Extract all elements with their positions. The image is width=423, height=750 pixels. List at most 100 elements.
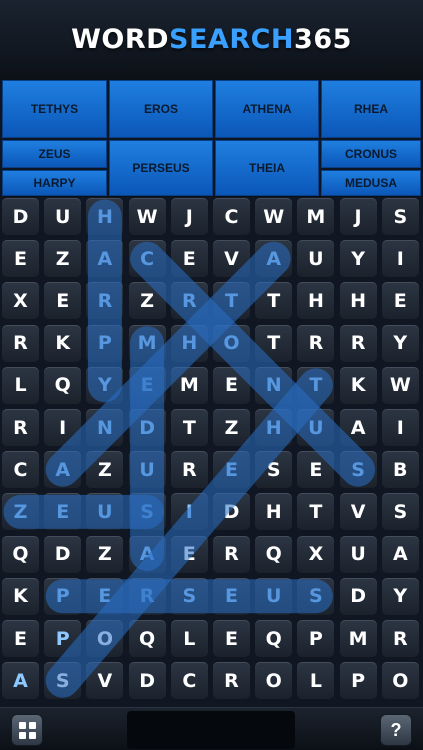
grid-cell[interactable]: W <box>381 366 419 404</box>
grid-cell[interactable]: C <box>213 198 250 235</box>
grid-cell[interactable]: E <box>2 240 39 278</box>
word-athena[interactable]: ATHENA <box>215 80 319 138</box>
grid-cell[interactable]: V <box>86 662 124 700</box>
grid-cell[interactable]: V <box>213 240 250 278</box>
grid-cell[interactable]: S <box>297 577 335 615</box>
grid-cell[interactable]: S <box>255 451 293 489</box>
grid-cell[interactable]: C <box>2 451 39 489</box>
grid-cell[interactable]: J <box>170 198 208 235</box>
grid-cell[interactable]: Z <box>44 240 82 278</box>
menu-button[interactable] <box>11 714 43 746</box>
grid-cell[interactable]: T <box>255 282 293 320</box>
grid-cell[interactable]: E <box>170 240 208 278</box>
grid-cell[interactable]: Z <box>86 451 124 489</box>
grid-cell[interactable]: R <box>213 662 250 700</box>
grid-cell[interactable]: P <box>297 620 335 657</box>
grid-cell[interactable]: A <box>86 240 124 278</box>
grid-cell[interactable]: H <box>170 324 208 362</box>
grid-cell[interactable]: P <box>86 324 124 362</box>
grid-cell[interactable]: P <box>44 577 82 615</box>
grid-cell[interactable]: M <box>128 324 166 362</box>
grid-cell[interactable]: S <box>44 662 82 700</box>
grid-cell[interactable]: H <box>255 493 293 531</box>
grid-cell[interactable]: N <box>255 366 293 404</box>
grid-cell[interactable]: Z <box>128 282 166 320</box>
word-cronus[interactable]: CRONUS <box>321 140 421 168</box>
grid-cell[interactable]: X <box>2 282 39 320</box>
grid-cell[interactable]: R <box>170 282 208 320</box>
grid-cell[interactable]: R <box>2 409 39 446</box>
grid-cell[interactable]: Q <box>128 620 166 657</box>
grid-cell[interactable]: E <box>213 451 250 489</box>
grid-cell[interactable]: Z <box>213 409 250 446</box>
grid-cell[interactable]: M <box>170 366 208 404</box>
grid-cell[interactable]: I <box>170 493 208 531</box>
grid-cell[interactable]: K <box>339 366 377 404</box>
grid-cell[interactable]: U <box>44 198 82 235</box>
grid-cell[interactable]: N <box>86 409 124 446</box>
grid-cell[interactable]: H <box>297 282 335 320</box>
grid-cell[interactable]: U <box>128 451 166 489</box>
word-harpy[interactable]: HARPY <box>2 170 107 196</box>
word-medusa[interactable]: MEDUSA <box>321 170 421 196</box>
grid-cell[interactable]: Z <box>2 493 39 531</box>
grid-cell[interactable]: E <box>2 620 39 657</box>
grid-cell[interactable]: C <box>128 240 166 278</box>
grid-cell[interactable]: R <box>381 620 419 657</box>
grid-cell[interactable]: M <box>297 198 335 235</box>
grid-cell[interactable]: E <box>381 282 419 320</box>
help-button[interactable]: ? <box>380 714 412 746</box>
word-perseus[interactable]: PERSEUS <box>109 140 213 196</box>
grid-cell[interactable]: A <box>381 535 419 573</box>
grid-cell[interactable]: A <box>255 240 293 278</box>
grid-cell[interactable]: R <box>2 324 39 362</box>
grid-cell[interactable]: I <box>381 240 419 278</box>
grid-cell[interactable]: S <box>128 493 166 531</box>
grid-cell[interactable]: H <box>339 282 377 320</box>
grid-cell[interactable]: T <box>213 282 250 320</box>
grid-cell[interactable]: R <box>86 282 124 320</box>
grid-cell[interactable]: S <box>381 493 419 531</box>
grid-cell[interactable]: P <box>339 662 377 700</box>
grid-cell[interactable]: O <box>255 662 293 700</box>
grid-cell[interactable]: H <box>86 198 124 235</box>
grid-cell[interactable]: S <box>170 577 208 615</box>
grid-cell[interactable]: W <box>128 198 166 235</box>
grid-cell[interactable]: U <box>255 577 293 615</box>
word-eros[interactable]: EROS <box>109 80 213 138</box>
grid-cell[interactable]: A <box>2 662 39 700</box>
grid-cell[interactable]: Q <box>255 620 293 657</box>
grid-cell[interactable]: J <box>339 198 377 235</box>
grid-cell[interactable]: K <box>44 324 82 362</box>
grid-cell[interactable]: T <box>170 409 208 446</box>
grid-cell[interactable]: W <box>255 198 293 235</box>
word-zeus[interactable]: ZEUS <box>2 140 107 168</box>
grid-cell[interactable]: U <box>297 240 335 278</box>
grid-cell[interactable]: A <box>128 535 166 573</box>
grid-cell[interactable]: O <box>213 324 250 362</box>
grid-cell[interactable]: O <box>381 662 419 700</box>
grid-cell[interactable]: S <box>381 198 419 235</box>
grid-cell[interactable]: E <box>44 493 82 531</box>
word-rhea[interactable]: RHEA <box>321 80 421 138</box>
grid-cell[interactable]: U <box>297 409 335 446</box>
grid-cell[interactable]: R <box>339 324 377 362</box>
grid-cell[interactable]: P <box>44 620 82 657</box>
grid-cell[interactable]: Y <box>86 366 124 404</box>
letter-grid[interactable]: DUHWJCWMJSEZACEVAUYIXERZRTTHHERKPMHOTRRY… <box>0 197 423 707</box>
grid-cell[interactable]: E <box>213 577 250 615</box>
grid-cell[interactable]: E <box>128 366 166 404</box>
grid-cell[interactable]: M <box>339 620 377 657</box>
grid-cell[interactable]: S <box>339 451 377 489</box>
grid-cell[interactable]: Q <box>255 535 293 573</box>
grid-cell[interactable]: D <box>2 198 39 235</box>
grid-cell[interactable]: D <box>128 662 166 700</box>
grid-cell[interactable]: Y <box>381 324 419 362</box>
grid-cell[interactable]: H <box>255 409 293 446</box>
grid-cell[interactable]: Y <box>339 240 377 278</box>
grid-cell[interactable]: Y <box>381 577 419 615</box>
grid-cell[interactable]: I <box>44 409 82 446</box>
grid-cell[interactable]: Z <box>86 535 124 573</box>
grid-cell[interactable]: E <box>86 577 124 615</box>
word-tethys[interactable]: TETHYS <box>2 80 107 138</box>
